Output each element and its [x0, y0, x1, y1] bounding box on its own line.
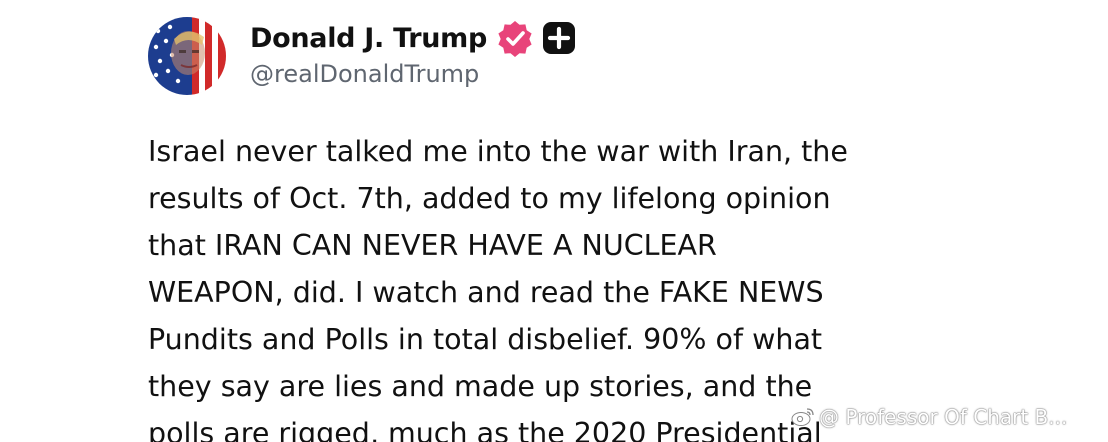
watermark-text: @ Professor Of Chart B... [819, 405, 1068, 429]
weibo-icon [790, 406, 816, 428]
verified-badge-icon [496, 19, 534, 57]
post-body-text: Israel never talked me into the war with… [148, 135, 848, 442]
author-avatar[interactable] [148, 17, 226, 95]
watermark: @ Professor Of Chart B... [790, 402, 1106, 432]
flag-portrait-avatar-icon [148, 17, 226, 95]
plus-badge-icon [542, 21, 576, 55]
author-display-name[interactable]: Donald J. Trump [250, 23, 487, 54]
post-card: Donald J. Trump @realDonaldTrump Israel … [0, 0, 1108, 442]
author-handle[interactable]: @realDonaldTrump [250, 60, 479, 88]
author-name-row: Donald J. Trump [250, 18, 576, 58]
